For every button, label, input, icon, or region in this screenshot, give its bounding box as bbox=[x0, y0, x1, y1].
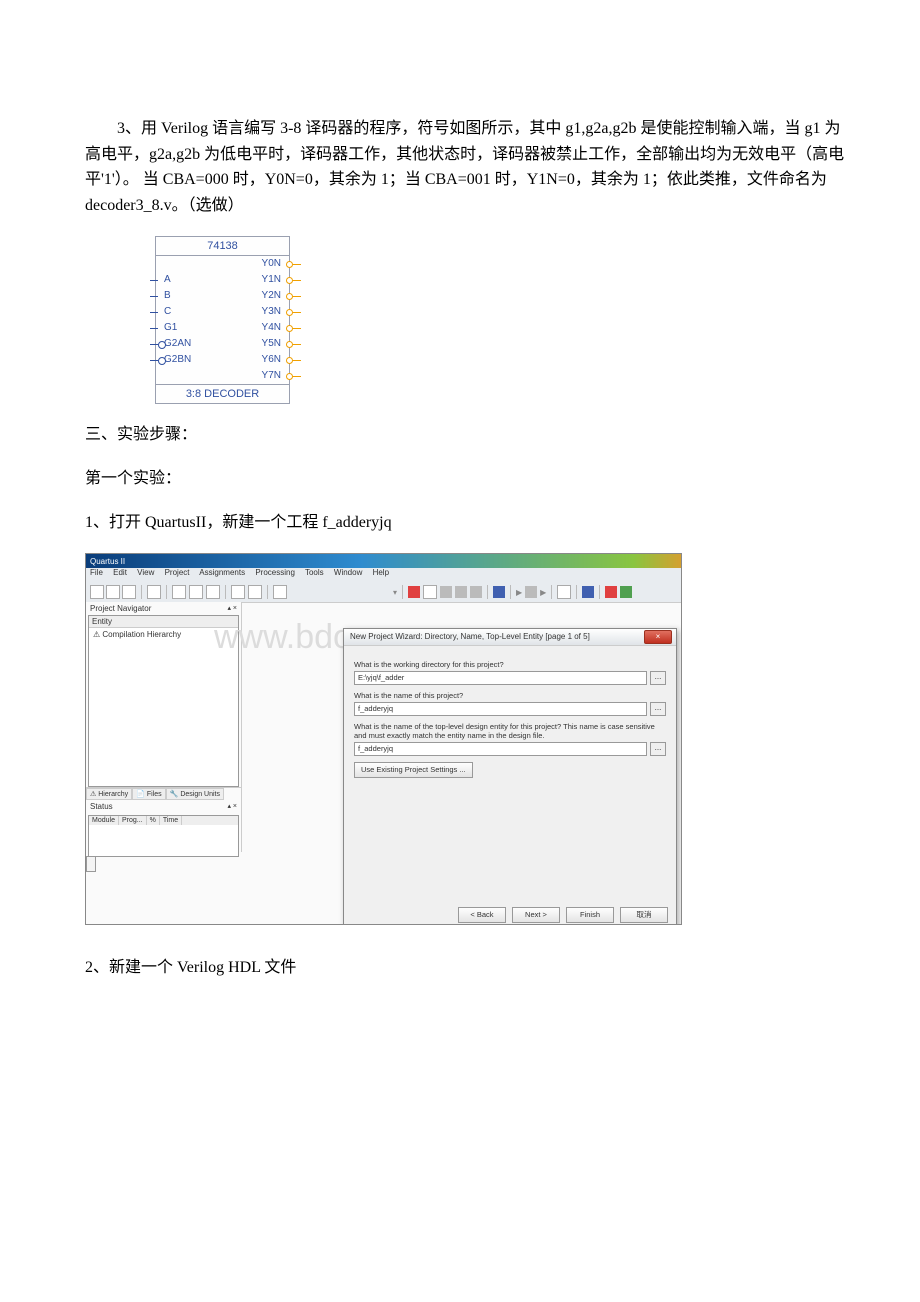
project-navigator-label: Project Navigator bbox=[90, 604, 151, 613]
status-col-percent: % bbox=[147, 816, 160, 825]
prog-icon[interactable] bbox=[582, 586, 594, 598]
debug-icon[interactable] bbox=[605, 586, 617, 598]
dropdown-icon[interactable]: ▾ bbox=[393, 588, 397, 597]
menu-help[interactable]: Help bbox=[373, 568, 389, 577]
chip-icon[interactable] bbox=[557, 585, 571, 599]
analyze-icon[interactable] bbox=[455, 586, 467, 598]
ic-pin-y3n: Y3N bbox=[262, 306, 281, 317]
menu-tools[interactable]: Tools bbox=[305, 568, 324, 577]
project-navigator: Project Navigator ▴ × Entity ⚠ Compilati… bbox=[86, 602, 242, 852]
status-col-time: Time bbox=[160, 816, 182, 825]
menu-project[interactable]: Project bbox=[165, 568, 190, 577]
toolbar[interactable]: ▾ ▶ ▶ bbox=[86, 582, 681, 603]
project-name-input[interactable]: f_adderyjq bbox=[354, 702, 647, 716]
decoder-symbol: 74138 A B C G1 G2AN G2BN Y0N Y1N Y2N Y3N bbox=[155, 236, 290, 404]
status-panel-label: Status bbox=[90, 802, 113, 811]
step-2: 2、新建一个 Verilog HDL 文件 bbox=[85, 955, 850, 981]
menu-bar[interactable]: File Edit View Project Assignments Proce… bbox=[86, 568, 681, 582]
entity-header: Entity bbox=[89, 616, 238, 628]
print-icon[interactable] bbox=[147, 585, 161, 599]
undo-icon[interactable] bbox=[231, 585, 245, 599]
cancel-button[interactable]: 取消 bbox=[620, 907, 668, 923]
browse-button-2[interactable]: ... bbox=[650, 702, 666, 716]
menu-view[interactable]: View bbox=[137, 568, 154, 577]
menu-file[interactable]: File bbox=[90, 568, 103, 577]
heading-steps: 三、实验步骤： bbox=[85, 422, 850, 448]
wizard-q1: What is the working directory for this p… bbox=[354, 660, 666, 669]
ic-pin-y6n: Y6N bbox=[262, 354, 281, 365]
copy-icon[interactable] bbox=[189, 585, 203, 599]
cut-icon[interactable] bbox=[172, 585, 186, 599]
open-icon[interactable] bbox=[106, 585, 120, 599]
finish-button[interactable]: Finish bbox=[566, 907, 614, 923]
status-col-prog: Prog... bbox=[119, 816, 147, 825]
help-icon[interactable] bbox=[273, 585, 287, 599]
back-button[interactable]: < Back bbox=[458, 907, 506, 923]
menu-assignments[interactable]: Assignments bbox=[199, 568, 245, 577]
browse-button-3[interactable]: ... bbox=[650, 742, 666, 756]
close-button[interactable]: × bbox=[644, 630, 672, 644]
heading-experiment-1: 第一个实验： bbox=[85, 466, 850, 492]
ic-pin-y1n: Y1N bbox=[262, 274, 281, 285]
paste-icon[interactable] bbox=[206, 585, 220, 599]
wizard-q3: What is the name of the top-level design… bbox=[354, 722, 666, 740]
compilation-hierarchy-row[interactable]: ⚠ Compilation Hierarchy bbox=[89, 628, 238, 641]
directory-input[interactable]: E:\yjq\f_adder bbox=[354, 671, 647, 685]
tab-hierarchy[interactable]: ⚠ Hierarchy bbox=[86, 788, 132, 800]
menu-window[interactable]: Window bbox=[334, 568, 362, 577]
browse-button-1[interactable]: ... bbox=[650, 671, 666, 685]
ic-pin-y5n: Y5N bbox=[262, 338, 281, 349]
window-title: Quartus II bbox=[90, 557, 125, 566]
entity-name-input[interactable]: f_adderyjq bbox=[354, 742, 647, 756]
ic-pin-g2an: G2AN bbox=[164, 338, 191, 349]
ic-title: 74138 bbox=[156, 237, 289, 256]
next-button[interactable]: Next > bbox=[512, 907, 560, 923]
synth-icon[interactable] bbox=[470, 586, 482, 598]
ic-pin-c: C bbox=[164, 306, 171, 317]
play2-icon[interactable]: ▶ bbox=[540, 588, 546, 597]
new-icon[interactable] bbox=[90, 585, 104, 599]
messages-toggle-icon[interactable] bbox=[86, 856, 96, 872]
ic-pin-a: A bbox=[164, 274, 171, 285]
sim-icon[interactable] bbox=[493, 586, 505, 598]
tab-design-units[interactable]: 🔧 Design Units bbox=[166, 788, 224, 800]
save-icon[interactable] bbox=[122, 585, 136, 599]
ic-pin-y0n: Y0N bbox=[262, 258, 281, 269]
new-project-wizard: New Project Wizard: Directory, Name, Top… bbox=[343, 628, 677, 925]
quartus-screenshot: Quartus II File Edit View Project Assign… bbox=[85, 553, 682, 925]
tab-files[interactable]: 📄 Files bbox=[132, 788, 165, 800]
menu-processing[interactable]: Processing bbox=[255, 568, 295, 577]
step-1: 1、打开 QuartusII，新建一个工程 f_adderyjq bbox=[85, 510, 850, 536]
tool-icon[interactable] bbox=[423, 585, 437, 599]
redo-icon[interactable] bbox=[248, 585, 262, 599]
use-existing-settings-button[interactable]: Use Existing Project Settings ... bbox=[354, 762, 473, 778]
wizard-title: New Project Wizard: Directory, Name, Top… bbox=[350, 632, 590, 641]
ic-pin-g1: G1 bbox=[164, 322, 177, 333]
wizard-q2: What is the name of this project? bbox=[354, 691, 666, 700]
ic-pin-y2n: Y2N bbox=[262, 290, 281, 301]
window-titlebar: Quartus II bbox=[86, 554, 681, 568]
paragraph-1: 3、用 Verilog 语言编写 3-8 译码器的程序，符号如图所示，其中 g1… bbox=[85, 116, 850, 218]
play-icon[interactable]: ▶ bbox=[516, 588, 522, 597]
ic-pin-g2bn: G2BN bbox=[164, 354, 191, 365]
ic-pin-y7n: Y7N bbox=[262, 370, 281, 381]
ic-pin-b: B bbox=[164, 290, 171, 301]
ic-pin-y4n: Y4N bbox=[262, 322, 281, 333]
ic-subtitle: 3:8 DECODER bbox=[156, 384, 289, 403]
status-col-module: Module bbox=[89, 816, 119, 825]
viewer-icon[interactable] bbox=[620, 586, 632, 598]
timing-icon[interactable] bbox=[525, 586, 537, 598]
menu-edit[interactable]: Edit bbox=[113, 568, 127, 577]
compile-icon[interactable] bbox=[440, 586, 452, 598]
assign-icon[interactable] bbox=[408, 586, 420, 598]
